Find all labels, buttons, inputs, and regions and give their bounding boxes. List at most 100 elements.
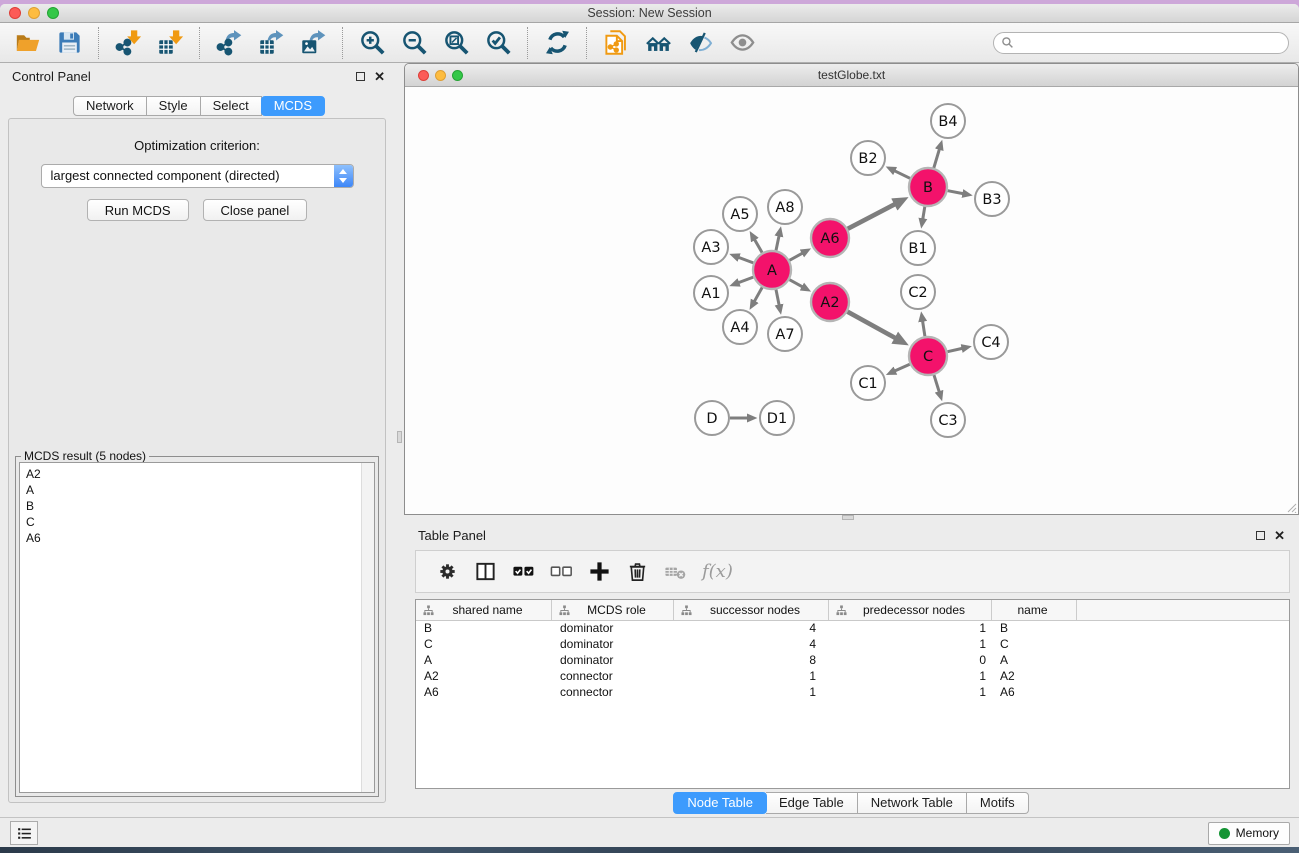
table-cell[interactable]: A — [416, 653, 552, 669]
tab-style[interactable]: Style — [147, 96, 201, 116]
delete-table-button[interactable] — [658, 557, 692, 587]
hide-graphics-details-button[interactable] — [683, 27, 717, 59]
unselect-all-button[interactable] — [544, 557, 578, 587]
result-list-item[interactable]: A6 — [26, 530, 374, 546]
zoom-out-button[interactable] — [397, 27, 431, 59]
tab-select[interactable]: Select — [201, 96, 262, 116]
graph-edge-B-B2[interactable] — [895, 171, 910, 179]
tab-mcds[interactable]: MCDS — [261, 96, 325, 116]
zoom-in-button[interactable] — [355, 27, 389, 59]
table-cell[interactable]: B — [416, 621, 552, 637]
table-row[interactable]: Adominator80A — [416, 653, 1289, 669]
graph-node-A6[interactable]: A6 — [811, 219, 849, 257]
table-cell[interactable]: B — [992, 621, 1077, 637]
graph-edge-A-A8[interactable] — [776, 236, 779, 251]
table-cell[interactable]: C — [992, 637, 1077, 653]
table-cell[interactable]: 4 — [674, 621, 829, 637]
table-cell[interactable]: 1 — [829, 685, 992, 701]
graph-node-A2[interactable]: A2 — [811, 283, 849, 321]
table-row[interactable]: Cdominator41C — [416, 637, 1289, 653]
column-header-successor-nodes[interactable]: successor nodes — [674, 600, 829, 620]
table-cell[interactable]: connector — [552, 685, 674, 701]
result-list-scrollbar[interactable] — [361, 463, 374, 792]
splitter-grip-icon[interactable] — [842, 515, 854, 520]
close-panel-button[interactable]: Close panel — [203, 199, 308, 221]
apply-layout-button[interactable] — [540, 27, 574, 59]
export-network-button[interactable] — [212, 27, 246, 59]
table-cell[interactable]: 1 — [829, 637, 992, 653]
float-panel-icon[interactable] — [356, 72, 365, 81]
column-header-MCDS-role[interactable]: MCDS role — [552, 600, 674, 620]
export-image-button[interactable] — [296, 27, 330, 59]
graph-node-A4[interactable]: A4 — [723, 310, 757, 344]
graph-node-B4[interactable]: B4 — [931, 104, 965, 138]
splitter-grip-icon[interactable] — [397, 431, 402, 443]
graph-node-A7[interactable]: A7 — [768, 317, 802, 351]
table-settings-button[interactable] — [430, 557, 464, 587]
graph-node-A3[interactable]: A3 — [694, 230, 728, 264]
open-file-button[interactable] — [10, 27, 44, 59]
add-column-button[interactable] — [582, 557, 616, 587]
graph-edge-A2-C[interactable] — [848, 312, 896, 338]
graph-node-C[interactable]: C — [909, 337, 947, 375]
graph-edge-A-A5[interactable] — [755, 240, 763, 253]
task-history-button[interactable] — [10, 821, 38, 845]
search-input[interactable] — [1014, 36, 1288, 50]
graph-node-C2[interactable]: C2 — [901, 275, 935, 309]
table-cell[interactable]: dominator — [552, 653, 674, 669]
tab-network-table[interactable]: Network Table — [858, 792, 967, 814]
graph-node-C4[interactable]: C4 — [974, 325, 1008, 359]
select-all-button[interactable] — [506, 557, 540, 587]
result-list-item[interactable]: C — [26, 514, 374, 530]
column-header-shared-name[interactable]: shared name — [416, 600, 552, 620]
table-row[interactable]: A6connector11A6 — [416, 685, 1289, 701]
graph-edge-B-B3[interactable] — [948, 191, 963, 194]
table-cell[interactable]: 1 — [674, 669, 829, 685]
graph-edge-A-A6[interactable] — [790, 253, 803, 260]
graph-node-C1[interactable]: C1 — [851, 366, 885, 400]
network-graph[interactable]: B4B2BB3A8A5A6A3B1AC2A1A2A4A7C4CC1DD1C3 — [405, 88, 1299, 515]
graph-edge-C-C4[interactable] — [948, 348, 963, 351]
graph-edge-A-A2[interactable] — [790, 280, 803, 287]
table-cell[interactable]: dominator — [552, 621, 674, 637]
network-file-button[interactable] — [599, 27, 633, 59]
table-cell[interactable]: dominator — [552, 637, 674, 653]
result-list-item[interactable]: A — [26, 482, 374, 498]
table-cell[interactable]: 0 — [829, 653, 992, 669]
graph-edge-B-B1[interactable] — [923, 207, 925, 219]
graph-node-A5[interactable]: A5 — [723, 197, 757, 231]
graph-node-B2[interactable]: B2 — [851, 141, 885, 175]
save-session-button[interactable] — [52, 27, 86, 59]
graph-edge-A-A3[interactable] — [739, 257, 754, 263]
import-network-from-file-button[interactable] — [111, 27, 145, 59]
zoom-fit-button[interactable] — [439, 27, 473, 59]
graph-edge-A-A7[interactable] — [776, 290, 779, 306]
run-mcds-button[interactable]: Run MCDS — [87, 199, 189, 221]
table-cell[interactable]: A6 — [416, 685, 552, 701]
graph-edge-C-C1[interactable] — [895, 364, 910, 371]
zoom-selected-button[interactable] — [481, 27, 515, 59]
table-cell[interactable]: 8 — [674, 653, 829, 669]
tab-edge-table[interactable]: Edge Table — [766, 792, 858, 814]
table-cell[interactable]: 1 — [674, 685, 829, 701]
tab-network[interactable]: Network — [73, 96, 147, 116]
graph-node-B[interactable]: B — [909, 168, 947, 206]
show-graphics-details-button[interactable] — [725, 27, 759, 59]
table-cell[interactable]: A6 — [992, 685, 1077, 701]
table-row[interactable]: Bdominator41B — [416, 621, 1289, 637]
close-panel-icon[interactable]: ✕ — [374, 72, 385, 81]
tab-motifs[interactable]: Motifs — [967, 792, 1029, 814]
export-table-button[interactable] — [254, 27, 288, 59]
column-header-name[interactable]: name — [992, 600, 1077, 620]
import-table-from-file-button[interactable] — [153, 27, 187, 59]
float-panel-icon[interactable] — [1256, 531, 1265, 540]
result-list-item[interactable]: A2 — [26, 466, 374, 482]
table-cell[interactable]: A2 — [992, 669, 1077, 685]
graph-edge-A6-B[interactable] — [848, 204, 895, 229]
graph-edge-A-A4[interactable] — [754, 287, 762, 301]
graph-node-A1[interactable]: A1 — [694, 276, 728, 310]
table-row[interactable]: A2connector11A2 — [416, 669, 1289, 685]
close-panel-icon[interactable]: ✕ — [1274, 531, 1285, 540]
graph-node-D1[interactable]: D1 — [760, 401, 794, 435]
table-cell[interactable]: 1 — [829, 669, 992, 685]
